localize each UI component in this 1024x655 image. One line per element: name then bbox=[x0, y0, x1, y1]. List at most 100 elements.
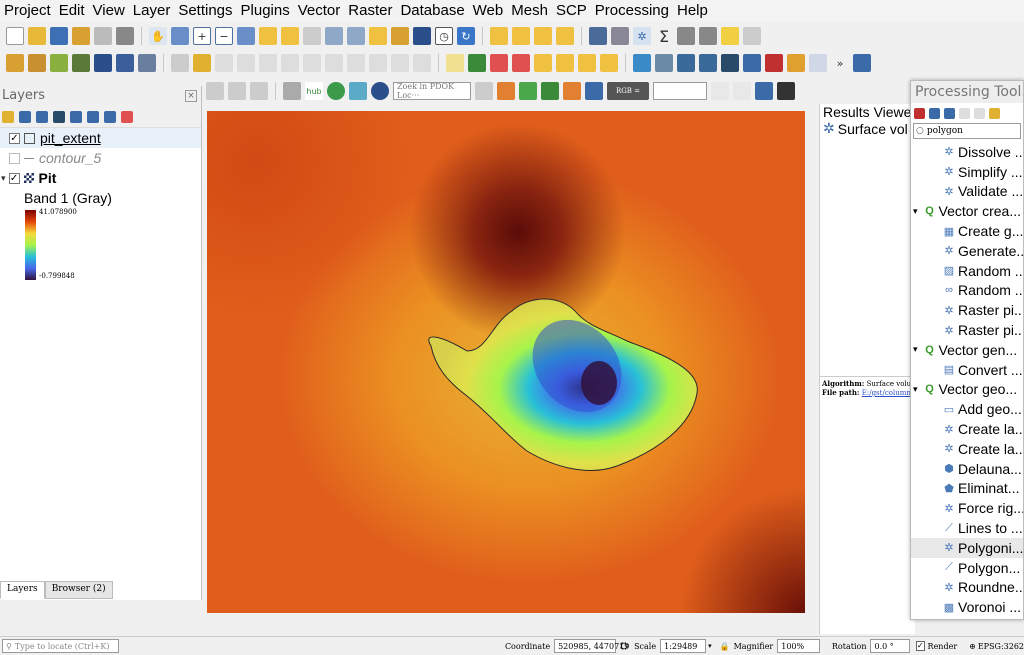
results-item[interactable]: ✲ Surface vol bbox=[820, 120, 915, 137]
show-hide-label-icon[interactable] bbox=[534, 54, 552, 72]
coordinate-field[interactable]: 520985, 4470719 bbox=[554, 639, 629, 653]
copy-features-icon[interactable] bbox=[347, 54, 365, 72]
toolbox-algorithm-row[interactable]: ✲ Dissolve ... bbox=[911, 142, 1023, 162]
menu-plugins[interactable]: Plugins bbox=[237, 0, 294, 22]
modify-attributes-icon[interactable] bbox=[281, 54, 299, 72]
refresh-icon[interactable]: ↻ bbox=[457, 27, 475, 45]
extra-plugin-icon[interactable] bbox=[853, 54, 871, 72]
toolbox-algorithm-row[interactable]: ⬟ Eliminat... bbox=[911, 479, 1023, 499]
statistics-sigma-icon[interactable]: Σ bbox=[655, 27, 673, 46]
tab-layers[interactable]: Layers bbox=[0, 581, 45, 599]
deselect-icon[interactable] bbox=[534, 27, 552, 45]
edit-features-icon[interactable] bbox=[989, 107, 1000, 119]
scp-band-2-icon[interactable] bbox=[733, 82, 751, 100]
toolbox-algorithm-row[interactable]: ⬢ Delauna... bbox=[911, 459, 1023, 479]
select-location-icon[interactable] bbox=[556, 27, 574, 45]
zoom-in-icon[interactable]: + bbox=[193, 27, 211, 45]
new-geopackage-icon[interactable] bbox=[28, 54, 46, 72]
scp-tool-icon[interactable] bbox=[497, 82, 515, 100]
expand-arrow-icon[interactable]: ▾ bbox=[913, 344, 918, 355]
georeferencer-icon[interactable] bbox=[633, 54, 651, 72]
measure-icon[interactable] bbox=[677, 27, 695, 45]
toggle-extents-icon[interactable]: ⛭ bbox=[620, 641, 628, 652]
open-attribute-table-icon[interactable] bbox=[611, 27, 629, 45]
filter-expression-icon[interactable] bbox=[70, 110, 82, 123]
vertex-tool-icon[interactable] bbox=[259, 54, 277, 72]
zoom-native-icon[interactable] bbox=[303, 27, 321, 45]
batch-icon[interactable] bbox=[944, 107, 955, 119]
zoom-layer-icon[interactable] bbox=[281, 27, 299, 45]
profile-tool-icon[interactable] bbox=[809, 54, 827, 72]
menu-project[interactable]: Project bbox=[0, 0, 55, 22]
print-layout-icon[interactable] bbox=[94, 27, 112, 45]
show-bookmarks-icon[interactable] bbox=[391, 27, 409, 45]
toggle-editing-pencil-icon[interactable] bbox=[193, 54, 211, 72]
menu-mesh[interactable]: Mesh bbox=[507, 0, 552, 22]
web-map-icon[interactable] bbox=[677, 54, 695, 72]
scp-input-icon[interactable] bbox=[541, 82, 559, 100]
zoom-out-icon[interactable]: − bbox=[215, 27, 233, 45]
menu-edit[interactable]: Edit bbox=[55, 0, 89, 22]
new-bookmark-icon[interactable] bbox=[369, 27, 387, 45]
label-tool-icon[interactable] bbox=[446, 54, 464, 72]
identify-icon[interactable] bbox=[589, 27, 607, 45]
share-icon[interactable] bbox=[327, 82, 345, 100]
menu-scp[interactable]: SCP bbox=[552, 0, 591, 22]
close-panel-icon[interactable]: × bbox=[185, 90, 197, 102]
processing-toolbox-icon[interactable]: ✲ bbox=[633, 27, 651, 45]
select-by-value-icon[interactable] bbox=[512, 27, 530, 45]
toolbox-algorithm-row[interactable]: ✲ Create la... bbox=[911, 439, 1023, 459]
scale-dropdown-icon[interactable]: ▾ bbox=[708, 642, 712, 650]
add-virtual-layer-icon[interactable] bbox=[138, 54, 156, 72]
change-label-icon[interactable] bbox=[600, 54, 618, 72]
pdok-search-input[interactable]: Zoek in PDOK Loc··· bbox=[393, 82, 471, 100]
layer-contour-5[interactable]: contour_5 bbox=[0, 148, 201, 168]
layout-manager-icon[interactable] bbox=[116, 27, 134, 45]
toolbox-algorithm-row[interactable]: ✲ Create la... bbox=[911, 419, 1023, 439]
rgb-selector[interactable]: RGB = bbox=[607, 82, 649, 100]
toolbox-group-row[interactable]: ▾ Q Vector gen... bbox=[911, 340, 1023, 360]
toolbox-algorithm-row[interactable]: ✲ Simplify ... bbox=[911, 162, 1023, 182]
add-group-icon[interactable] bbox=[19, 110, 31, 123]
layer-checkbox[interactable]: ✓ bbox=[9, 132, 20, 144]
menu-help[interactable]: Help bbox=[673, 0, 712, 22]
pdok-locator-icon[interactable] bbox=[371, 82, 389, 100]
clear-search-icon[interactable] bbox=[475, 82, 493, 100]
toolbox-algorithm-row[interactable]: ▭ Add geo... bbox=[911, 399, 1023, 419]
crs-label[interactable]: EPSG:3262 bbox=[978, 642, 1024, 651]
zoom-selection-icon[interactable] bbox=[259, 27, 277, 45]
scp-dark-icon[interactable] bbox=[777, 82, 795, 100]
rgb-combo[interactable] bbox=[653, 82, 707, 100]
pin-label-icon[interactable] bbox=[512, 54, 530, 72]
dem-icon[interactable] bbox=[721, 54, 739, 72]
highlight-label-icon[interactable] bbox=[490, 54, 508, 72]
style-manager-icon[interactable] bbox=[2, 110, 14, 123]
expand-arrow-icon[interactable]: ▾ bbox=[913, 206, 918, 217]
toolbar-overflow-icon[interactable]: » bbox=[831, 54, 849, 72]
layer-pit-extent[interactable]: ✓ pit_extent bbox=[0, 128, 201, 148]
magnifier-field[interactable]: 100% bbox=[777, 639, 820, 653]
save-project-icon[interactable] bbox=[50, 27, 68, 45]
menu-database[interactable]: Database bbox=[396, 0, 468, 22]
menu-processing[interactable]: Processing bbox=[591, 0, 673, 22]
text-annotation-icon[interactable] bbox=[721, 27, 739, 45]
remove-layer-icon[interactable] bbox=[121, 110, 133, 123]
advanced-digitizing-icon[interactable] bbox=[250, 82, 268, 100]
cut-features-icon[interactable] bbox=[325, 54, 343, 72]
crs-globe-icon[interactable]: ⊕ bbox=[969, 642, 976, 651]
toolbox-algorithm-row[interactable]: ✲ Validate ... bbox=[911, 182, 1023, 202]
toolbox-algorithm-row[interactable]: ▩ Voronoi ... bbox=[911, 597, 1023, 617]
render-checkbox[interactable]: ✓ bbox=[915, 641, 925, 651]
zoom-last-icon[interactable] bbox=[325, 27, 343, 45]
select-features-icon[interactable] bbox=[490, 27, 508, 45]
settings-gear-icon[interactable] bbox=[743, 27, 761, 45]
add-raster-icon[interactable] bbox=[72, 54, 90, 72]
menu-web[interactable]: Web bbox=[469, 0, 508, 22]
scp-roi-icon[interactable] bbox=[563, 82, 581, 100]
save-edits-icon[interactable] bbox=[215, 54, 233, 72]
models-icon[interactable] bbox=[914, 107, 925, 119]
menu-raster[interactable]: Raster bbox=[344, 0, 396, 22]
redo-icon[interactable] bbox=[413, 54, 431, 72]
zoom-next-icon[interactable] bbox=[347, 27, 365, 45]
zoom-full-icon[interactable] bbox=[237, 27, 255, 45]
